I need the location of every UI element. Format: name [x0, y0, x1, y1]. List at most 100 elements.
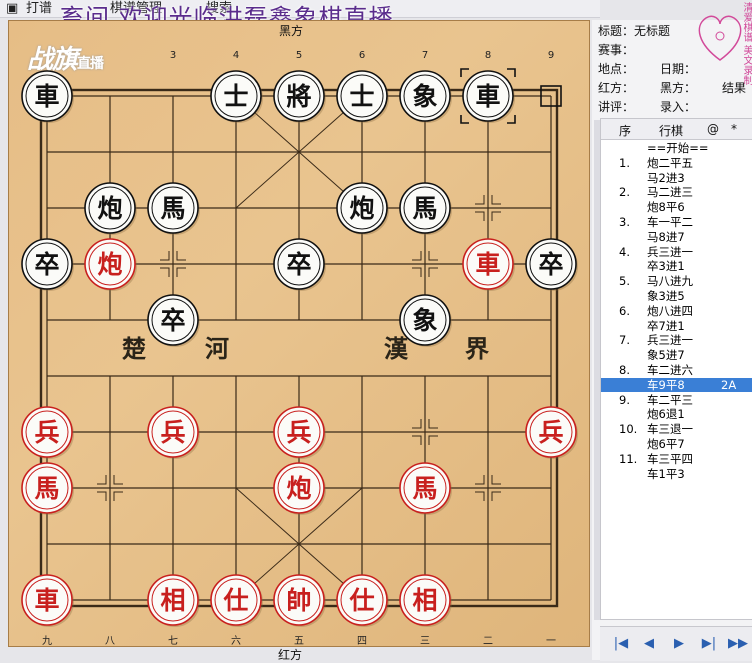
piece-black[interactable]: 車: [21, 70, 74, 123]
piece-black[interactable]: 炮: [336, 182, 389, 235]
piece-black[interactable]: 卒: [21, 238, 74, 291]
move-red: 车三平四: [647, 451, 693, 466]
move-row[interactable]: 炮6平7: [601, 437, 752, 451]
piece-red[interactable]: 兵: [147, 406, 200, 459]
move-row[interactable]: 车9平8 2A: [601, 377, 752, 392]
move-row[interactable]: 卒3进1: [601, 259, 752, 273]
piece-label: 馬: [34, 474, 59, 503]
move-number: 2.: [619, 185, 630, 200]
move-row[interactable]: 马2进3: [601, 171, 752, 185]
bottom-column-number: 一: [546, 636, 556, 646]
move-row[interactable]: 马8进7: [601, 230, 752, 244]
piece-red[interactable]: 兵: [21, 406, 74, 459]
piece-black[interactable]: 馬: [399, 182, 452, 235]
piece-label: 士: [349, 82, 374, 111]
piece-red[interactable]: 馬: [21, 462, 74, 515]
move-row[interactable]: 10. 车三退一: [601, 422, 752, 436]
piece-red[interactable]: 相: [147, 574, 200, 627]
move-black: 炮6退1: [647, 407, 685, 422]
piece-black[interactable]: 將: [273, 70, 326, 123]
piece-black[interactable]: 卒: [273, 238, 326, 291]
info-event: 赛事：: [598, 43, 635, 57]
piece-red[interactable]: 車: [462, 238, 515, 291]
move-row[interactable]: 1. 炮二平五: [601, 156, 752, 170]
move-row[interactable]: 5. 马八进九: [601, 274, 752, 288]
piece-red[interactable]: 兵: [273, 406, 326, 459]
move-row[interactable]: 炮6退1: [601, 407, 752, 421]
piece-black[interactable]: 卒: [525, 238, 578, 291]
move-row[interactable]: ==开始==: [601, 141, 752, 155]
move-red: 炮二平五: [647, 155, 693, 170]
move-black: 车1平3: [647, 466, 685, 481]
move-number: 10.: [619, 422, 638, 437]
piece-label: 馬: [412, 194, 437, 223]
piece-label: 炮: [349, 194, 374, 223]
piece-red[interactable]: 馬: [399, 462, 452, 515]
piece-black[interactable]: 車: [462, 70, 515, 123]
move-row[interactable]: 卒7进1: [601, 319, 752, 333]
last-move-marker: [507, 68, 516, 77]
piece-label: 車: [34, 82, 59, 111]
piece-black[interactable]: 象: [399, 70, 452, 123]
position-marker: [475, 195, 485, 205]
move-row[interactable]: 象5进7: [601, 348, 752, 362]
piece-red[interactable]: 炮: [273, 462, 326, 515]
col-move[interactable]: 行棋: [659, 122, 683, 139]
piece-red[interactable]: 帥: [273, 574, 326, 627]
piece-label: 帥: [286, 586, 311, 615]
move-row[interactable]: 车1平3: [601, 467, 752, 481]
piece-label: 馬: [412, 474, 437, 503]
river-text-he: 河: [205, 334, 229, 363]
move-row[interactable]: 4. 兵三进一: [601, 245, 752, 259]
move-red: 炮八进四: [647, 303, 693, 318]
move-number: 4.: [619, 244, 630, 259]
move-row[interactable]: 2. 马二进三: [601, 185, 752, 199]
piece-red[interactable]: 仕: [210, 574, 263, 627]
bottom-column-number: 五: [294, 636, 304, 646]
prev-move-icon[interactable]: ◀: [640, 635, 658, 653]
position-marker: [428, 435, 438, 445]
info-comment: 讲评：: [598, 100, 635, 114]
next-move-icon[interactable]: ▶: [670, 635, 688, 653]
piece-black[interactable]: 士: [336, 70, 389, 123]
chess-board[interactable]: 战旗直播 黑方 楚河漢界3456789九八七六五四三二一車士將士象車炮馬炮馬卒炮…: [8, 20, 590, 647]
piece-label: 炮: [97, 194, 122, 223]
top-column-number: 6: [359, 50, 365, 61]
move-row[interactable]: 6. 炮八进四: [601, 304, 752, 318]
move-row[interactable]: 11. 车三平四: [601, 452, 752, 466]
last-move-icon[interactable]: ▶|: [700, 635, 718, 653]
piece-red[interactable]: 仕: [336, 574, 389, 627]
position-marker: [428, 267, 438, 277]
move-list[interactable]: 序 行棋 @ * ==开始== 1. 炮二平五 马2进3 2. 马二进三 炮8平6 3. 车一平…: [600, 118, 752, 620]
piece-red[interactable]: 車: [21, 574, 74, 627]
position-marker: [176, 251, 186, 261]
piece-black[interactable]: 炮: [84, 182, 137, 235]
move-number: 1.: [619, 155, 630, 170]
position-marker: [428, 251, 438, 261]
col-star[interactable]: *: [731, 122, 737, 136]
col-at[interactable]: @: [707, 122, 719, 136]
move-row[interactable]: 炮8平6: [601, 200, 752, 214]
piece-black[interactable]: 卒: [147, 294, 200, 347]
piece-red[interactable]: 相: [399, 574, 452, 627]
move-number: 6.: [619, 303, 630, 318]
board-grid: 楚河漢界3 4 5 6 7 8 9九八七六五四三二一車士將士象車炮馬炮馬卒炮卒車卒卒 象兵兵兵…: [21, 50, 578, 646]
piece-red[interactable]: 炮: [84, 238, 137, 291]
move-row[interactable]: 象3进5: [601, 289, 752, 303]
menu-dapu[interactable]: 打谱: [26, 0, 52, 17]
move-red: 车二平三: [647, 392, 693, 407]
piece-red[interactable]: 兵: [525, 406, 578, 459]
move-row[interactable]: 3. 车一平二: [601, 215, 752, 229]
move-row[interactable]: 8. 车二进六: [601, 363, 752, 377]
menu-icon[interactable]: ▣: [6, 0, 18, 17]
piece-black[interactable]: 象: [399, 294, 452, 347]
autoplay-icon[interactable]: ▶▶: [728, 635, 748, 653]
move-row[interactable]: 7. 兵三进一: [601, 333, 752, 347]
piece-black[interactable]: 士: [210, 70, 263, 123]
piece-black[interactable]: 馬: [147, 182, 200, 235]
move-row[interactable]: 9. 车二平三: [601, 393, 752, 407]
position-marker: [97, 475, 107, 485]
piece-label: 車: [475, 82, 500, 111]
first-move-icon[interactable]: |◀: [612, 635, 630, 653]
col-number[interactable]: 序: [619, 122, 631, 139]
